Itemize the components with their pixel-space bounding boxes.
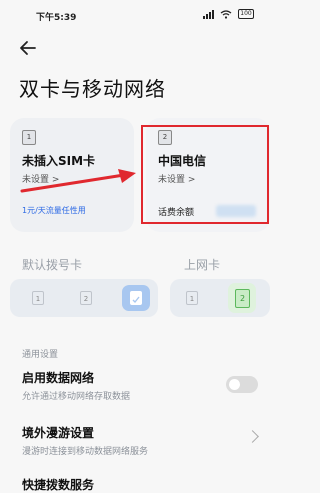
status-icons: 100 — [203, 9, 254, 19]
signal-icon — [203, 9, 214, 19]
sim-slot-1-badge: 1 — [22, 130, 36, 145]
mobile-data-toggle[interactable] — [226, 376, 258, 393]
dial-option-1[interactable]: 1 — [32, 291, 44, 305]
status-bar: 下午5:39 100 — [0, 0, 280, 30]
battery-icon: 100 — [238, 9, 254, 19]
sim-card-1-promo[interactable]: 1元/天流量任性用 — [22, 205, 86, 216]
default-dial-selector: 1 2 — [10, 279, 158, 317]
phone-ask-icon — [130, 291, 142, 305]
general-settings-header: 通用设置 — [22, 350, 59, 360]
annotation-arrow-icon — [20, 169, 136, 193]
back-arrow-icon[interactable] — [18, 38, 38, 58]
chevron-right-icon[interactable] — [246, 430, 259, 443]
default-dial-label: 默认拨号卡 — [22, 258, 83, 272]
mobile-data-desc: 允许通过移动网络存取数据 — [22, 392, 131, 402]
data-card-selector: 1 2 — [170, 279, 270, 317]
data-option-2[interactable]: 2 — [228, 283, 256, 313]
data-card-label: 上网卡 — [184, 258, 221, 272]
quick-dial-title[interactable]: 快捷拨数服务 — [22, 476, 94, 493]
roaming-settings-desc: 漫游时连接到移动数据网络服务 — [22, 447, 149, 457]
data-option-1[interactable]: 1 — [186, 291, 198, 305]
wifi-icon — [220, 9, 232, 19]
roaming-settings-title[interactable]: 境外漫游设置 — [22, 424, 94, 441]
toggle-knob — [229, 379, 240, 390]
highlight-box — [141, 125, 269, 224]
dial-option-ask[interactable] — [122, 285, 150, 311]
dial-option-2[interactable]: 2 — [80, 291, 92, 305]
mobile-data-title[interactable]: 启用数据网络 — [22, 369, 94, 386]
status-time: 下午5:39 — [36, 13, 77, 23]
page-title: 双卡与移动网络 — [19, 77, 166, 101]
data-option-2-label: 2 — [235, 289, 250, 308]
